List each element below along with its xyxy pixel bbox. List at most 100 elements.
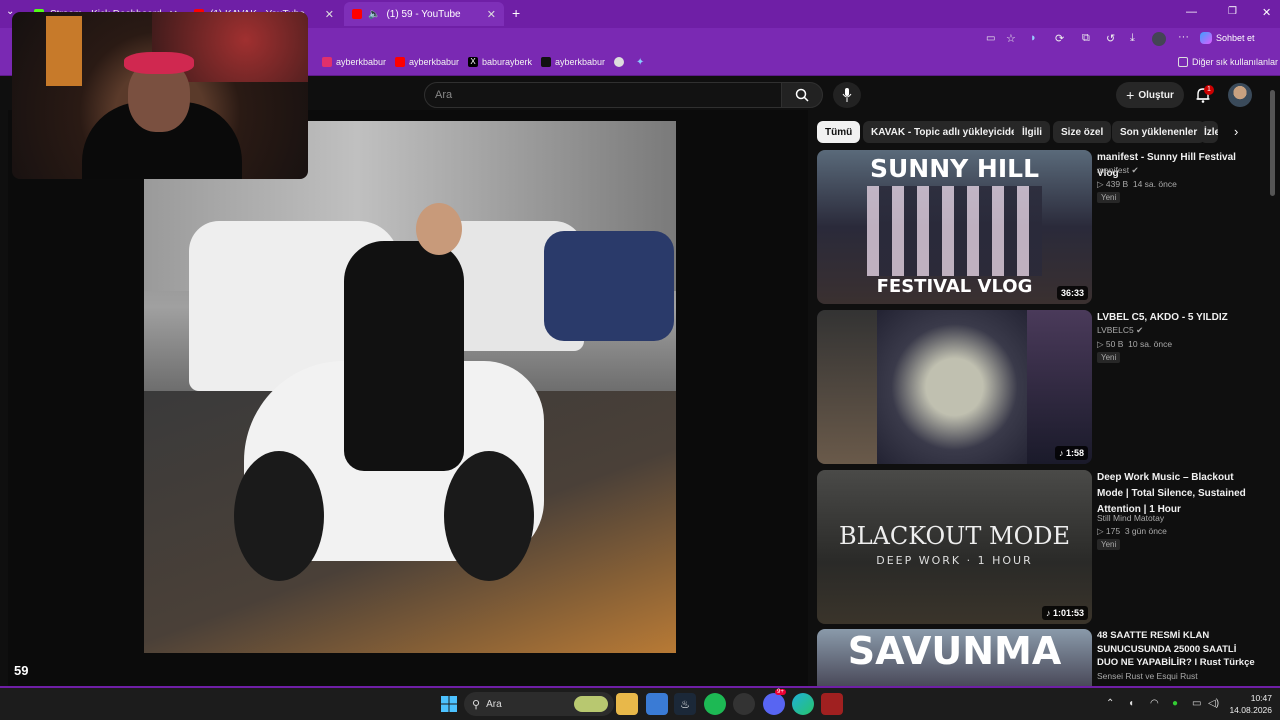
thumbnail-title: BLACKOUT MODE [838, 522, 1071, 550]
other-favorites[interactable]: Diğer sık kullanılanlar [1178, 57, 1278, 67]
chip-for-you[interactable]: Size özel [1053, 121, 1112, 143]
spotify-icon[interactable] [704, 693, 726, 715]
favorite-instagram[interactable]: ayberkbabur [322, 57, 386, 67]
video-title[interactable]: LVBEL C5, AKDO - 5 YILDIZ [1097, 310, 1257, 326]
download-icon[interactable]: ⤓ [1130, 32, 1135, 45]
tab-59-youtube[interactable]: 🔈 (1) 59 - YouTube ✕ [344, 2, 504, 26]
taskbar-search[interactable]: ⚲ Ara [464, 692, 614, 716]
chip-kavak-topic[interactable]: KAVAK - Topic adlı yükleyiciden [863, 121, 1031, 143]
profile-avatar[interactable] [1152, 32, 1166, 46]
create-button[interactable]: + Oluştur [1116, 82, 1184, 108]
wall-poster [46, 16, 82, 86]
webcam-overlay [12, 12, 308, 179]
microphone-icon[interactable]: ● [1172, 698, 1178, 709]
history-icon[interactable]: ↺ [1106, 32, 1115, 45]
duration-badge: ♪ 1:01:53 [1041, 606, 1088, 620]
photos-icon[interactable] [646, 693, 668, 715]
channel-label: LVBELC5 [1097, 325, 1134, 335]
microphone-icon [842, 88, 852, 102]
system-clock[interactable]: 10:47 14.08.2026 [1222, 692, 1272, 716]
volume-icon[interactable]: ◁) [1208, 698, 1219, 709]
favorite-star-icon[interactable]: ☆ [1006, 32, 1016, 45]
thumbnail[interactable]: SAVUNMA [817, 629, 1092, 686]
start-button[interactable] [438, 693, 460, 715]
channel-name[interactable]: Sensei Rust ve Esqui Rust [1097, 671, 1198, 681]
steam-icon[interactable]: ♨ [674, 693, 696, 715]
edge-icon[interactable] [792, 693, 814, 715]
thumbnail-title: SUNNY HILL [869, 154, 1040, 183]
recommendation-chips: Tümü KAVAK - Topic adlı yükleyiciden İlg… [816, 121, 1238, 143]
chip-watched[interactable]: İzle [1200, 121, 1218, 143]
split-screen-icon[interactable]: ▭ [986, 33, 995, 44]
search-highlight-icon [574, 696, 608, 712]
headset-icon[interactable]: ◠ [1150, 698, 1159, 709]
tiktok-icon [541, 57, 551, 67]
channel-name[interactable]: manifest ✔ [1097, 165, 1139, 176]
video-title[interactable]: Deep Work Music – Blackout Mode | Total … [1097, 470, 1257, 518]
app-icon[interactable] [821, 693, 843, 715]
verified-icon: ✔ [1136, 325, 1144, 335]
video-frame[interactable] [144, 121, 676, 653]
restore-icon[interactable]: ❐ [1228, 6, 1237, 17]
new-tab-icon[interactable]: + [512, 5, 520, 21]
favorite-x[interactable]: X baburayberk [468, 57, 532, 67]
favorite-youtube[interactable]: ayberkbabur [395, 57, 459, 67]
person-hair [124, 52, 194, 74]
close-tab-icon[interactable]: ✕ [487, 8, 496, 21]
taskbar [0, 686, 1280, 720]
account-avatar[interactable] [1228, 83, 1252, 107]
close-tab-icon[interactable]: ✕ [325, 8, 334, 21]
channel-name[interactable]: Still Mind Matotay [1097, 513, 1164, 523]
chip-recent[interactable]: Son yüklenenler [1112, 121, 1206, 143]
channel-label: Still Mind Matotay [1097, 513, 1165, 523]
favorite-label: ayberkbabur [409, 57, 460, 67]
voice-search-button[interactable] [833, 82, 861, 108]
favorite-tiktok[interactable]: ayberkbabur [541, 57, 605, 67]
thumbnail[interactable]: ♪ 1:58 [817, 310, 1092, 464]
scooter-rear-wheel [234, 451, 324, 581]
thumbnail[interactable]: SUNNY HILL FESTIVAL VLOG 36:33 [817, 150, 1092, 304]
more-menu-icon[interactable]: ··· [1178, 31, 1189, 43]
favorite-label: ayberkbabur [336, 57, 387, 67]
search-button[interactable] [781, 82, 823, 108]
city-lights [1027, 310, 1092, 464]
scooter-front-wheel [444, 451, 534, 581]
search-input[interactable]: Ara [424, 82, 782, 108]
new-badge: Yeni [1097, 352, 1121, 363]
scrollbar-thumb[interactable] [1270, 90, 1275, 196]
upload-age: 3 gün önce [1124, 526, 1167, 536]
video-title[interactable]: 48 SAATTE RESMİ KLAN SUNUCUSUNDA 25000 S… [1097, 629, 1257, 670]
chevron-right-icon[interactable]: › [1234, 124, 1238, 139]
collections-icon[interactable]: ⧉ [1082, 32, 1090, 45]
folder-icon [1178, 57, 1188, 67]
duration-label: 1:01:53 [1052, 608, 1084, 618]
plus-icon: + [1126, 87, 1135, 103]
view-count: 50 B [1105, 339, 1124, 349]
tray-expand-icon[interactable]: ⌃ [1106, 698, 1114, 709]
close-icon[interactable]: ✕ [1262, 6, 1271, 19]
discord-icon[interactable]: 9+ [763, 689, 786, 715]
read-aloud-icon[interactable]: ◗ [1030, 32, 1037, 44]
openai-icon [614, 57, 624, 67]
recommendation-item[interactable]: ♪ 1:58 LVBEL C5, AKDO - 5 YILDIZ LVBELC5… [817, 310, 1272, 465]
recommendation-item[interactable]: SUNNY HILL FESTIVAL VLOG 36:33 manifest … [817, 150, 1272, 305]
speaker-icon[interactable]: 🔈 [368, 9, 380, 20]
channel-name[interactable]: LVBELC5 ✔ [1097, 325, 1143, 336]
refresh-icon[interactable]: ⟳ [1055, 32, 1064, 45]
recommendation-item[interactable]: BLACKOUT MODE DEEP WORK · 1 HOUR ♪ 1:01:… [817, 470, 1272, 625]
thumbnail[interactable]: BLACKOUT MODE DEEP WORK · 1 HOUR ♪ 1:01:… [817, 470, 1092, 624]
recommendation-item[interactable]: SAVUNMA 48 SAATTE RESMİ KLAN SUNUCUSUNDA… [817, 629, 1272, 686]
new-badge: Yeni [1097, 539, 1121, 550]
favorite-openai[interactable] [614, 57, 624, 67]
favorite-gemini[interactable]: ✦ [636, 57, 644, 68]
copilot-button[interactable]: Sohbet et [1200, 32, 1255, 44]
chip-all[interactable]: Tümü [817, 121, 861, 143]
network-icon[interactable]: ▭ [1192, 698, 1201, 709]
chatgpt-icon[interactable] [733, 693, 755, 715]
minimize-icon[interactable]: — [1186, 6, 1197, 18]
group-photo [867, 186, 1042, 276]
copilot-icon [1200, 32, 1212, 44]
chip-related[interactable]: İlgili [1014, 121, 1050, 143]
audio-icon[interactable]: ◖ [1128, 698, 1134, 709]
file-explorer-icon[interactable] [616, 693, 638, 715]
